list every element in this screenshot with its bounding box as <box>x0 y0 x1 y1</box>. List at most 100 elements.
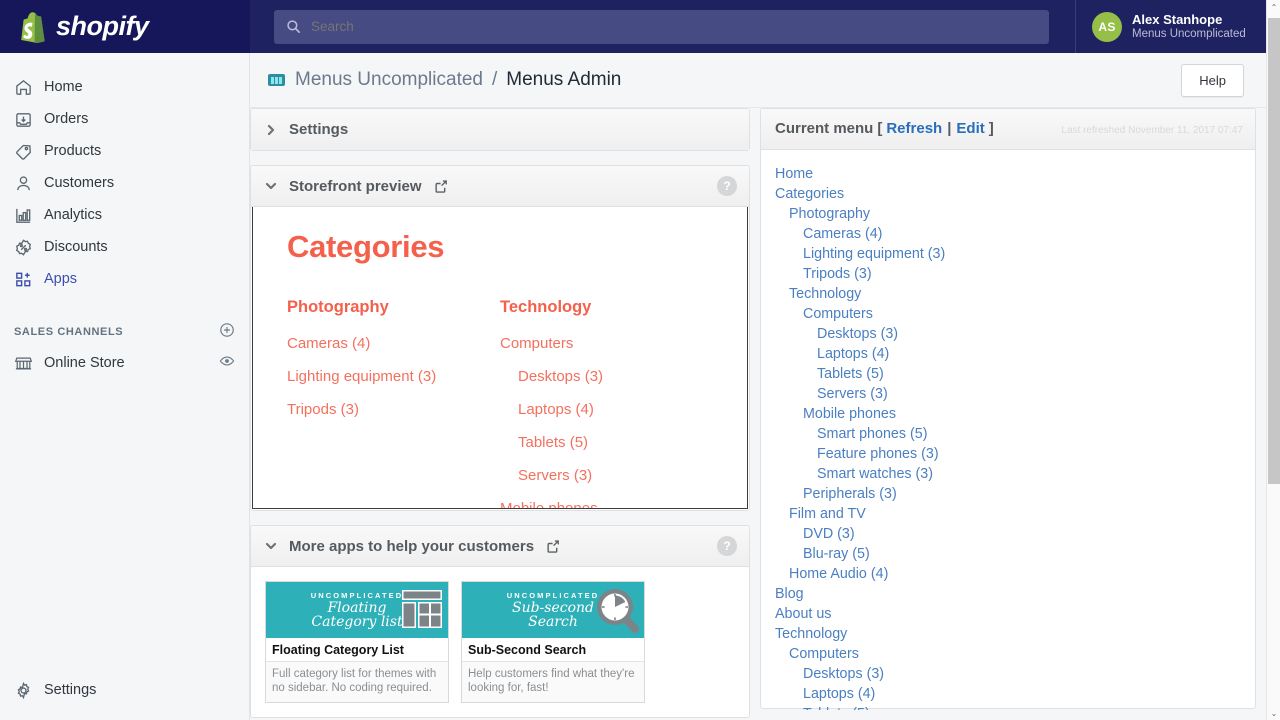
sidebar-item-online-store[interactable]: Online Store <box>0 347 249 379</box>
preview-link[interactable]: Laptops (4) <box>500 401 713 418</box>
external-link-icon[interactable] <box>434 179 449 194</box>
menu-tree-item[interactable]: Lighting equipment (3) <box>775 244 1241 264</box>
menu-tree-item[interactable]: About us <box>775 604 1241 624</box>
menu-tree-item[interactable]: Film and TV <box>775 504 1241 524</box>
preview-link[interactable]: Lighting equipment (3) <box>287 368 500 385</box>
current-menu-title: Current menu <box>775 120 873 137</box>
sidebar-item-home[interactable]: Home <box>0 71 249 103</box>
app-card[interactable]: UNCOMPLICATED Sub-second Search <box>461 581 645 703</box>
sidebar-item-discounts[interactable]: Discounts <box>0 231 249 263</box>
menu-tree-item[interactable]: Tripods (3) <box>775 264 1241 284</box>
last-refreshed-timestamp: Last refreshed November 11, 2017 07:47 <box>1061 125 1243 136</box>
sidebar-item-apps[interactable]: Apps <box>0 263 249 295</box>
settings-panel-title: Settings <box>289 121 348 138</box>
menu-tree-item[interactable]: Laptops (4) <box>775 344 1241 364</box>
person-icon <box>14 174 44 193</box>
bar-chart-icon <box>14 206 44 225</box>
search-box[interactable] <box>274 10 1049 44</box>
menu-tree-item[interactable]: Blog <box>775 584 1241 604</box>
menu-tree-item[interactable]: Home Audio (4) <box>775 564 1241 584</box>
preview-link[interactable]: Servers (3) <box>500 467 713 484</box>
app-description: Help customers find what they're looking… <box>462 662 644 702</box>
menu-tree-item[interactable]: Blu-ray (5) <box>775 544 1241 564</box>
menu-tree-item[interactable]: DVD (3) <box>775 524 1241 544</box>
menu-tree-item[interactable]: Mobile phones <box>775 404 1241 424</box>
sidebar-item-label: Products <box>44 143 101 159</box>
sidebar-settings-section: Settings <box>0 674 250 706</box>
plus-circle-icon[interactable] <box>219 322 235 343</box>
percent-badge-icon <box>14 238 44 257</box>
menus-app-icon <box>268 74 285 86</box>
menu-tree-item[interactable]: Technology <box>775 624 1241 644</box>
sidebar-item-label: Discounts <box>44 239 108 255</box>
app-name: Sub-Second Search <box>462 638 644 662</box>
preview-link[interactable]: Tablets (5) <box>500 434 713 451</box>
preview-link[interactable]: Desktops (3) <box>500 368 713 385</box>
sidebar-item-label: Apps <box>44 271 77 287</box>
menu-tree-item[interactable]: Tablets (5) <box>775 364 1241 384</box>
scroll-down-arrow[interactable]: ⌄ <box>1267 706 1280 720</box>
sidebar-item-orders[interactable]: Orders <box>0 103 249 135</box>
menu-tree-item[interactable]: Categories <box>775 184 1241 204</box>
main-content: Settings Storefront preview ? Catego <box>250 108 1266 720</box>
preview-column-technology: Technology Computers Desktops (3) Laptop… <box>500 298 713 509</box>
menu-tree-item[interactable]: Desktops (3) <box>775 664 1241 684</box>
preview-link[interactable]: Mobile phones <box>500 500 713 509</box>
sidebar-item-analytics[interactable]: Analytics <box>0 199 249 231</box>
app-thumb-line2: Search <box>528 615 578 629</box>
preview-link[interactable]: Tripods (3) <box>287 401 500 418</box>
browser-scrollbar[interactable]: ⌃ ⌄ <box>1266 0 1280 720</box>
search-input[interactable] <box>311 19 1037 34</box>
preview-heading: Categories <box>287 229 713 265</box>
account-menu[interactable]: AS Alex Stanhope Menus Uncomplicated <box>1075 0 1280 53</box>
menu-tree-item[interactable]: Smart phones (5) <box>775 424 1241 444</box>
bracket-close: ] <box>989 120 994 137</box>
app-thumb-kicker: UNCOMPLICATED <box>311 591 404 600</box>
menu-tree-item[interactable]: Feature phones (3) <box>775 444 1241 464</box>
gear-icon <box>14 681 44 700</box>
page-header: Menus Uncomplicated / Menus Admin Help <box>250 53 1266 108</box>
settings-panel-header[interactable]: Settings <box>251 109 749 150</box>
storefront-help-badge[interactable]: ? <box>717 176 737 196</box>
chevron-down-icon <box>265 540 277 552</box>
menu-tree-item[interactable]: Computers <box>775 644 1241 664</box>
shopify-brand[interactable]: shopify <box>0 0 250 53</box>
app-thumb-kicker: UNCOMPLICATED <box>507 591 600 600</box>
refresh-link[interactable]: Refresh <box>886 120 942 137</box>
layout-grid-icon <box>402 590 442 633</box>
sidebar-item-customers[interactable]: Customers <box>0 167 249 199</box>
eye-icon[interactable] <box>219 353 235 373</box>
page-title: Menus Admin <box>506 69 621 91</box>
app-description: Full category list for themes with no si… <box>266 662 448 702</box>
menu-tree-item[interactable]: Desktops (3) <box>775 324 1241 344</box>
preview-link[interactable]: Computers <box>500 335 713 352</box>
menu-tree-item[interactable]: Computers <box>775 304 1241 324</box>
storefront-preview-header[interactable]: Storefront preview ? <box>251 166 749 207</box>
app-thumbnail: UNCOMPLICATED Sub-second Search <box>462 582 644 638</box>
link-separator: | <box>947 120 951 137</box>
menu-tree-item[interactable]: Photography <box>775 204 1241 224</box>
help-button[interactable]: Help <box>1181 64 1244 97</box>
preview-column-photography: Photography Cameras (4) Lighting equipme… <box>287 298 500 509</box>
menu-tree-item[interactable]: Home <box>775 164 1241 184</box>
scroll-up-arrow[interactable]: ⌃ <box>1267 0 1280 14</box>
more-apps-header[interactable]: More apps to help your customers ? <box>251 526 749 567</box>
sidebar-item-products[interactable]: Products <box>0 135 249 167</box>
scrollbar-thumb[interactable] <box>1268 18 1280 484</box>
menu-tree-item[interactable]: Laptops (4) <box>775 684 1241 704</box>
menu-tree-item[interactable]: Smart watches (3) <box>775 464 1241 484</box>
menu-tree-item[interactable]: Peripherals (3) <box>775 484 1241 504</box>
menu-tree-item[interactable]: Servers (3) <box>775 384 1241 404</box>
breadcrumb-separator: / <box>492 69 497 91</box>
menu-tree-item[interactable]: Technology <box>775 284 1241 304</box>
edit-link[interactable]: Edit <box>956 120 984 137</box>
menu-tree-item[interactable]: Tablets (5) <box>775 704 1241 710</box>
breadcrumb-app-link[interactable]: Menus Uncomplicated <box>295 69 483 91</box>
external-link-icon[interactable] <box>546 539 561 554</box>
sidebar-item-settings[interactable]: Settings <box>0 674 250 706</box>
sidebar-item-label: Analytics <box>44 207 102 223</box>
app-card[interactable]: UNCOMPLICATED Floating Category list <box>265 581 449 703</box>
more-apps-help-badge[interactable]: ? <box>717 536 737 556</box>
menu-tree-item[interactable]: Cameras (4) <box>775 224 1241 244</box>
preview-link[interactable]: Cameras (4) <box>287 335 500 352</box>
